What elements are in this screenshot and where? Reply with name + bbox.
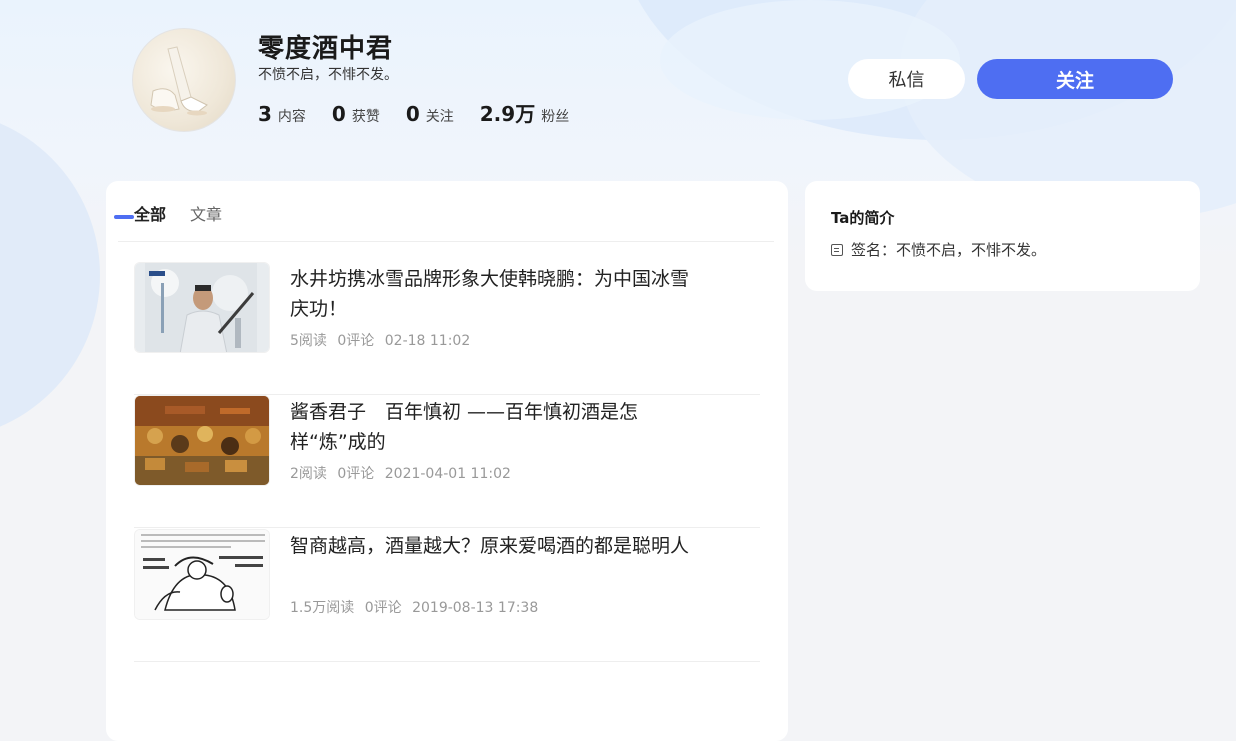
stat-fans[interactable]: 2.9万 粉丝 — [480, 98, 569, 127]
follow-button[interactable]: 关注 — [977, 59, 1173, 99]
article-thumbnail[interactable] — [134, 529, 270, 620]
article-date: 02-18 11:02 — [384, 333, 471, 349]
article-reads: 1.5万阅读 — [290, 600, 355, 616]
article-thumbnail[interactable] — [134, 262, 270, 353]
signature-label: 签名： — [851, 241, 897, 259]
signature-text: 不愤不启，不悱不发。 — [896, 241, 1047, 259]
article-reads: 2阅读 — [290, 466, 327, 482]
content-tabs: 全部 文章 — [134, 201, 246, 241]
profile-stats: 3 内容 0 获赞 0 关注 2.9万 粉丝 — [258, 98, 595, 127]
article-divider — [134, 527, 760, 528]
article-item[interactable]: 智商越高，酒量越大？原来爱喝酒的都是聪明人 1.5万阅读 0评论 2019-08… — [134, 529, 760, 662]
tab-divider — [118, 241, 774, 242]
content-card: 全部 文章 水井坊携冰雪品牌形象大使韩晓鹏：为中国冰雪庆功！ 5阅读 0评论 0… — [106, 181, 788, 741]
article-thumbnail[interactable] — [134, 395, 270, 486]
article-divider — [134, 661, 760, 662]
stat-label: 获赞 — [351, 109, 380, 125]
stat-label: 粉丝 — [541, 109, 570, 125]
article-thumbnail-image — [135, 530, 269, 619]
tab-all[interactable]: 全部 — [134, 201, 166, 241]
avatar[interactable] — [132, 28, 236, 132]
article-date: 2021-04-01 11:02 — [384, 466, 511, 482]
article-title[interactable]: 水井坊携冰雪品牌形象大使韩晓鹏：为中国冰雪庆功！ — [290, 264, 700, 324]
stat-number: 0 — [405, 102, 420, 126]
intro-title: Ta的简介 — [831, 209, 895, 227]
active-tab-indicator — [114, 215, 134, 219]
article-date: 2019-08-13 17:38 — [412, 600, 539, 616]
profile-motto: 不愤不启，不悱不发。 — [258, 67, 398, 83]
message-button[interactable]: 私信 — [848, 59, 965, 99]
article-title[interactable]: 智商越高，酒量越大？原来爱喝酒的都是聪明人 — [290, 531, 700, 561]
article-comments: 0评论 — [337, 466, 375, 482]
stat-label: 关注 — [425, 109, 454, 125]
article-item[interactable]: 水井坊携冰雪品牌形象大使韩晓鹏：为中国冰雪庆功！ 5阅读 0评论 02-18 1… — [134, 262, 760, 395]
intro-card: Ta的简介 签名： 不愤不启，不悱不发。 — [805, 181, 1200, 291]
stat-label: 内容 — [277, 109, 306, 125]
article-reads: 5阅读 — [290, 333, 327, 349]
article-comments: 0评论 — [364, 600, 402, 616]
tab-articles[interactable]: 文章 — [190, 201, 222, 241]
article-meta: 1.5万阅读 0评论 2019-08-13 17:38 — [290, 597, 544, 617]
intro-signature: 签名： 不愤不启，不悱不发。 — [831, 239, 1046, 260]
article-thumbnail-image — [135, 263, 269, 352]
stat-following[interactable]: 0 关注 — [406, 102, 454, 126]
stat-content[interactable]: 3 内容 — [258, 102, 306, 126]
stat-number: 3 — [258, 102, 272, 126]
article-meta: 2阅读 0评论 2021-04-01 11:02 — [290, 463, 517, 483]
article-thumbnail-image — [135, 396, 269, 485]
profile-name: 零度酒中君 — [258, 34, 394, 64]
article-title[interactable]: 酱香君子 百年慎初 ——百年慎初酒是怎样“炼”成的 — [290, 397, 700, 457]
signature-icon — [831, 243, 843, 256]
stat-number: 2.9万 — [479, 102, 536, 126]
article-meta: 5阅读 0评论 02-18 11:02 — [290, 330, 476, 350]
stat-likes: 0 获赞 — [332, 102, 380, 126]
article-item[interactable]: 酱香君子 百年慎初 ——百年慎初酒是怎样“炼”成的 2阅读 0评论 2021-0… — [134, 395, 760, 528]
article-comments: 0评论 — [337, 333, 375, 349]
stat-number: 0 — [331, 102, 346, 126]
avatar-image — [150, 46, 208, 116]
